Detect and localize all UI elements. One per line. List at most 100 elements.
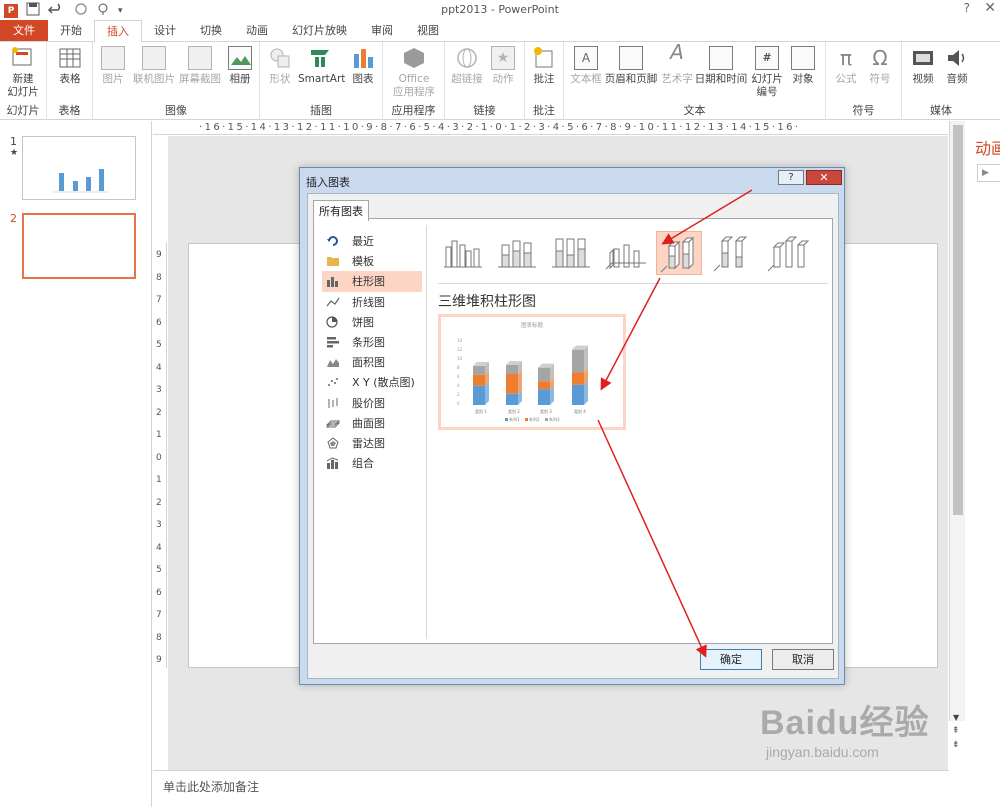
svg-text:8: 8 [457,365,460,370]
tab-animations[interactable]: 动画 [234,20,280,41]
play-button[interactable]: ▶ [977,164,1000,182]
tab-home[interactable]: 开始 [48,20,94,41]
vertical-ruler-label: 5 [156,565,162,575]
new-slide-button[interactable]: 新建 幻灯片 [3,46,43,99]
tab-insert[interactable]: 插入 [94,20,142,43]
scroll-down-icon[interactable]: ▼ [953,713,959,722]
subtype-100-stacked-column[interactable] [548,231,594,275]
subtype-stacked-column[interactable] [494,231,540,275]
slide-thumbnail-2[interactable] [22,213,136,279]
area-chart-icon [326,356,340,368]
subtype-clustered-column[interactable] [440,231,486,275]
pi-icon: π [839,46,853,70]
scrollbar-thumb[interactable] [953,125,963,515]
prev-slide-icon[interactable]: ⇞ [952,726,960,736]
picture-button[interactable]: 图片 [99,46,127,86]
audio-button[interactable]: 音频 [942,46,972,86]
group-slides: 新建 幻灯片 幻灯片 [0,42,47,120]
category-line[interactable]: 折线图 [322,292,422,312]
radar-chart-icon [326,437,340,449]
group-images: 图片 联机图片 屏幕截图 相册 图像 [93,42,260,120]
scatter-chart-icon [326,376,340,388]
header-footer-button[interactable]: 页眉和页脚 [604,46,658,86]
tab-slideshow[interactable]: 幻灯片放映 [280,20,359,41]
chart-preview-svg: 图表标题 14 12 10 8 6 4 2 0 类别 1 类别 2 类别 3 类别 4 系列1… [457,321,588,422]
category-radar[interactable]: 雷达图 [322,433,422,453]
category-pie[interactable]: 饼图 [322,312,422,332]
smartart-icon [309,46,333,70]
equation-button[interactable]: π 公式 [832,46,860,86]
animation-star-icon: ★ [10,148,19,158]
preview-x-labels: 类别 1 类别 2 类别 3 类别 4 [475,408,586,414]
notes-pane[interactable]: 单击此处添加备注 [153,770,949,807]
category-bar[interactable]: 条形图 [322,332,422,352]
category-stock[interactable]: 股价图 [322,393,422,413]
symbol-button[interactable]: Ω 符号 [866,46,894,86]
tab-design[interactable]: 设计 [142,20,188,41]
category-area[interactable]: 面积图 [322,352,422,372]
group-media: 视频 音频 媒体 [902,42,980,120]
preview-bar-side [584,345,588,373]
album-button[interactable]: 相册 [225,46,255,86]
shapes-button[interactable]: 形状 [266,46,294,86]
close-icon[interactable]: ✕ [984,0,996,16]
wordart-button[interactable]: A 艺术字 [660,42,694,86]
office-apps-button[interactable]: Office 应用程序 [389,46,439,99]
title-bar: P ▾ ppt2013 - PowerPoint ? ✕ [0,0,1000,20]
tab-all-charts[interactable]: 所有图表 [313,200,369,221]
tab-review[interactable]: 审阅 [359,20,405,41]
smartart-button[interactable]: SmartArt [298,46,345,86]
action-button[interactable]: ★ 动作 [487,46,519,86]
bar-chart-icon [326,336,340,348]
category-recent[interactable]: 最近 [322,231,422,251]
slide-number-1: 1 [10,135,17,148]
tab-file[interactable]: 文件 [0,20,48,41]
vertical-ruler: 9 8 7 6 5 4 3 2 1 0 1 2 3 4 5 6 7 8 9 [153,242,167,668]
video-button[interactable]: 视频 [908,46,938,86]
subtype-3d-clustered-column[interactable] [602,231,648,275]
office-apps-icon [402,46,426,70]
textbox-button[interactable]: A 文本框 [568,46,604,86]
hyperlink-button[interactable]: 超链接 [449,46,485,86]
watermark-brand: Baidu经验 [760,704,930,742]
group-tables: 表格 表格 [47,42,93,120]
vertical-scrollbar[interactable]: ▼ [949,121,965,722]
screenshot-button[interactable]: 屏幕截图 [177,46,223,86]
comment-button[interactable]: 批注 [529,46,559,86]
camera-icon [188,46,212,70]
object-icon [791,46,815,70]
dialog-help-button[interactable]: ? [778,170,804,185]
chart-button[interactable]: 图表 [348,46,378,86]
svg-text:系列3: 系列3 [549,416,560,422]
tab-view[interactable]: 视图 [405,20,451,41]
category-surface[interactable]: 曲面图 [322,413,422,433]
dialog-close-button[interactable]: ✕ [806,170,842,185]
table-button[interactable]: 表格 [53,46,87,86]
tab-transitions[interactable]: 切换 [188,20,234,41]
globe-icon [455,46,479,70]
slide-thumbnail-1[interactable] [22,136,136,200]
chart-preview[interactable]: 图表标题 14 12 10 8 6 4 2 0 类别 1 类别 2 类别 3 类别 4 系列1… [438,314,626,430]
category-combo[interactable]: 组合 [322,453,422,473]
recent-icon [326,235,340,247]
next-slide-icon[interactable]: ⇟ [952,740,960,750]
category-templates[interactable]: 模板 [322,251,422,271]
datetime-button[interactable]: 日期和时间 [694,46,748,86]
vertical-ruler-label: 8 [156,632,162,643]
category-scatter[interactable]: X Y (散点图) [322,372,422,392]
subtype-3d-column[interactable] [764,231,810,275]
vertical-ruler-label: 5 [156,340,162,350]
subtype-3d-stacked-column[interactable] [656,231,702,275]
online-picture-button[interactable]: 联机图片 [131,46,177,86]
object-button[interactable]: 对象 [788,46,818,86]
subtype-3d-100-stacked-column[interactable] [710,231,756,275]
category-column[interactable]: 柱形图 [322,271,422,292]
help-icon[interactable]: ? [964,1,970,15]
ok-button[interactable]: 确定 [700,649,762,670]
slide-number-button[interactable]: # 幻灯片 编号 [750,46,784,99]
preview-bar-segment [572,372,584,385]
preview-title: 图表标题 [521,321,544,329]
cancel-button[interactable]: 取消 [772,649,834,670]
preview-bar-segment [538,367,550,382]
group-apps: Office 应用程序 应用程序 [383,42,445,120]
